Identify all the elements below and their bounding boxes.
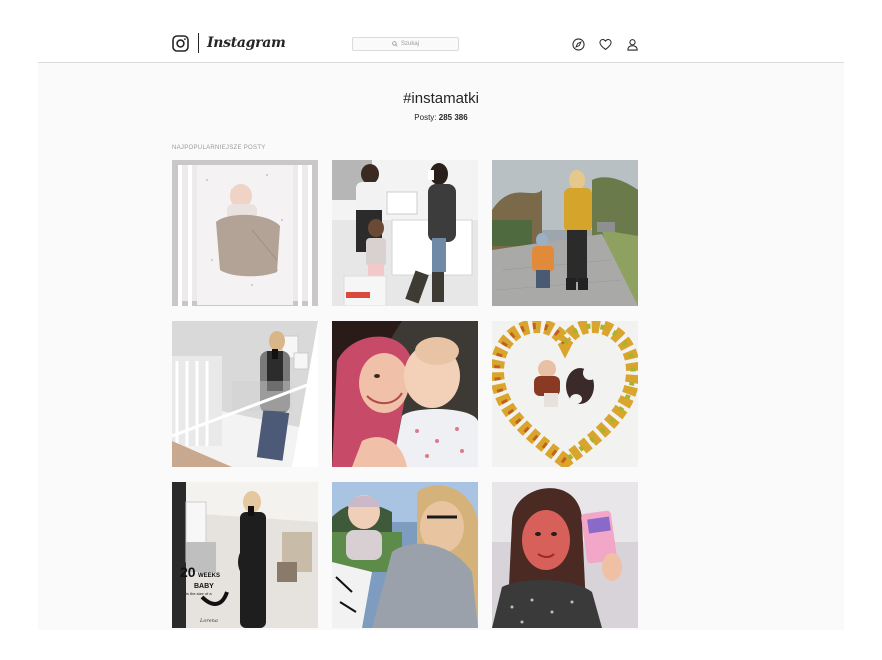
top-posts-label: NAJPOPULARNIEJSZE POSTY bbox=[172, 145, 266, 151]
baby-label: BABY bbox=[194, 583, 214, 590]
post-thumbnail-park-walk[interactable] bbox=[492, 160, 638, 306]
post-image bbox=[332, 160, 478, 306]
post-thumbnail-pregnancy-20-weeks[interactable]: 20 WEEKS BABY is the size of a Lorena bbox=[172, 482, 318, 628]
instagram-logo-icon[interactable] bbox=[172, 35, 189, 52]
logo-divider bbox=[198, 33, 199, 53]
search-placeholder: Szukaj bbox=[400, 41, 419, 47]
post-image bbox=[332, 482, 478, 628]
size-text: is the size of a bbox=[186, 591, 212, 596]
profile-icon[interactable] bbox=[626, 38, 639, 51]
post-thumbnail-face-mask[interactable] bbox=[492, 482, 638, 628]
instagram-wordmark[interactable]: Instagram bbox=[207, 35, 286, 51]
pregnancy-week-label: WEEKS bbox=[198, 573, 220, 579]
posts-count: Posty: 285 386 bbox=[38, 113, 844, 122]
posts-label: Posty: bbox=[414, 113, 437, 122]
post-image bbox=[172, 160, 318, 306]
top-navigation-bar: Instagram Szukaj bbox=[38, 0, 844, 63]
post-thumbnail-autumn-leaf-heart[interactable] bbox=[492, 321, 638, 467]
post-image: 20 WEEKS BABY is the size of a Lorena bbox=[172, 482, 318, 628]
post-thumbnail-baby-crib[interactable] bbox=[172, 160, 318, 306]
post-image bbox=[332, 321, 478, 467]
heart-icon[interactable] bbox=[599, 38, 612, 51]
signature-text: Lorena bbox=[199, 618, 218, 624]
hashtag-title: #instamatki bbox=[403, 90, 479, 107]
search-icon bbox=[392, 41, 398, 47]
post-thumbnail-mirror-selfie-cardigan[interactable] bbox=[172, 321, 318, 467]
post-image bbox=[492, 160, 638, 306]
search-input[interactable]: Szukaj bbox=[352, 37, 459, 51]
compass-icon[interactable] bbox=[572, 38, 585, 51]
top-posts-grid: 20 WEEKS BABY is the size of a Lorena bbox=[172, 160, 638, 628]
post-image bbox=[492, 482, 638, 628]
post-image bbox=[172, 321, 318, 467]
post-thumbnail-baby-carrier[interactable] bbox=[332, 482, 478, 628]
instagram-page: Instagram Szukaj #instamatki Posty: 285 … bbox=[38, 0, 844, 630]
post-thumbnail-mother-baby-kiss[interactable] bbox=[332, 321, 478, 467]
pregnancy-week-number: 20 bbox=[180, 564, 196, 580]
post-image bbox=[492, 321, 638, 467]
post-thumbnail-mirror-selfie-family[interactable] bbox=[332, 160, 478, 306]
posts-number: 285 386 bbox=[438, 113, 468, 122]
